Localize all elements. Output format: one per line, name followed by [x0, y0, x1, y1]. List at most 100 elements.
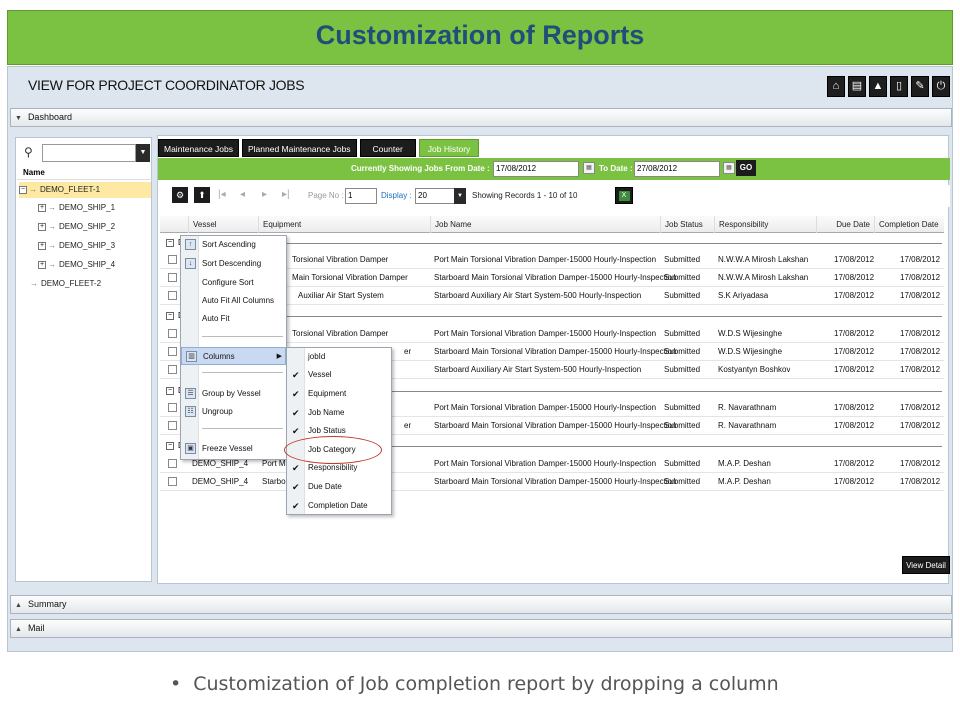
edit-icon[interactable]: ✎	[911, 76, 929, 97]
expand-icon[interactable]: +	[38, 260, 46, 269]
menu-item-sort-descending[interactable]: ↓ Sort Descending	[181, 255, 286, 273]
tab-counter[interactable]: Counter	[359, 139, 416, 157]
highlight-ellipse	[284, 436, 382, 464]
search-icon[interactable]: ⚲	[24, 145, 33, 159]
grid-header: Vessel Equipment Job Name Job Status Res…	[160, 216, 944, 233]
table-row[interactable]: DEMO_SHIP_4 Starboard Starboard Main Tor…	[160, 473, 944, 491]
to-date-input[interactable]: 27/08/2012	[634, 161, 720, 177]
title-bar: Customization of Reports	[7, 10, 953, 65]
collapse-arrow-icon: ▼	[15, 115, 22, 122]
row-checkbox[interactable]	[168, 329, 177, 338]
collapse-icon[interactable]: −	[19, 185, 27, 194]
from-date-input[interactable]: 17/08/2012	[493, 161, 579, 177]
tab-maintenance-jobs[interactable]: Maintenance Jobs	[158, 139, 239, 157]
collapse-icon[interactable]: −	[166, 239, 174, 247]
print-icon[interactable]: ▤	[848, 76, 866, 97]
slide-caption: • Customization of Job completion report …	[170, 673, 779, 695]
dashboard-panel-header[interactable]: ▼ Dashboard	[10, 108, 952, 127]
column-context-menu: ↑ Sort Ascending ↓ Sort Descending Configu…	[180, 235, 287, 460]
from-date-label: Currently Showing Jobs From Date :	[351, 164, 490, 173]
checkmark-icon: ✔	[292, 389, 300, 399]
col-header-job-status[interactable]: Job Status	[660, 216, 714, 233]
row-checkbox[interactable]	[168, 365, 177, 374]
go-button[interactable]: GO	[736, 160, 756, 176]
upload-icon[interactable]: ⬆	[194, 187, 210, 203]
tree-node-ship-1[interactable]: + → DEMO_SHIP_1	[38, 200, 115, 216]
tree-search: ⚲ ▼	[22, 144, 150, 162]
menu-item-ungroup[interactable]: ☷ Ungroup	[181, 403, 286, 421]
toolbar-icons: ⌂ ▤ ▲ ▯ ✎ ⏻	[827, 76, 950, 97]
expand-arrow-icon: ▲	[15, 626, 22, 633]
tree-node-fleet-2[interactable]: → DEMO_FLEET-2	[30, 276, 101, 292]
col-header-equipment[interactable]: Equipment	[258, 216, 430, 233]
column-option-completion-date[interactable]: ✔ Completion Date	[287, 497, 391, 515]
prev-page-icon[interactable]: ◂	[240, 189, 245, 200]
menu-item-auto-fit-all[interactable]: Auto Fit All Columns	[181, 292, 286, 310]
warning-icon[interactable]: ▲	[869, 76, 887, 97]
column-option-equipment[interactable]: ✔ Equipment	[287, 385, 391, 403]
row-checkbox[interactable]	[168, 255, 177, 264]
chevron-down-icon[interactable]: ▼	[454, 188, 466, 204]
summary-label: Summary	[27, 599, 67, 609]
tab-planned-maintenance-jobs[interactable]: Planned Maintenance Jobs	[242, 139, 357, 157]
col-header-vessel[interactable]: Vessel	[188, 216, 258, 233]
page-heading: VIEW FOR PROJECT COORDINATOR JOBS	[28, 77, 305, 93]
menu-item-group-by-vessel[interactable]: ☰ Group by Vessel	[181, 385, 286, 403]
power-icon[interactable]: ⏻	[932, 76, 950, 97]
column-option-vessel[interactable]: ✔ Vessel	[287, 366, 391, 384]
tree-node-ship-3[interactable]: + → DEMO_SHIP_3	[38, 238, 115, 254]
next-page-icon[interactable]: ▸	[262, 189, 267, 200]
column-option-job-name[interactable]: ✔ Job Name	[287, 404, 391, 422]
tree-node-ship-2[interactable]: + → DEMO_SHIP_2	[38, 219, 115, 235]
row-checkbox[interactable]	[168, 459, 177, 468]
tree-search-input[interactable]	[42, 144, 136, 162]
view-detail-button[interactable]: View Detail	[902, 556, 950, 574]
menu-item-auto-fit[interactable]: Auto Fit	[181, 310, 286, 328]
display-select[interactable]: 20	[415, 188, 455, 204]
tab-strip: Maintenance Jobs Planned Maintenance Job…	[158, 139, 480, 157]
expand-icon[interactable]: +	[38, 241, 46, 250]
dashboard-label: Dashboard	[27, 112, 72, 122]
row-checkbox[interactable]	[168, 347, 177, 356]
column-option-jobid[interactable]: jobId	[287, 348, 391, 366]
menu-item-sort-ascending[interactable]: ↑ Sort Ascending	[181, 236, 286, 254]
submenu-arrow-icon: ▶	[276, 353, 282, 360]
collapse-icon[interactable]: −	[166, 387, 174, 395]
last-page-icon[interactable]: ▸|	[282, 189, 290, 200]
row-checkbox[interactable]	[168, 291, 177, 300]
menu-item-configure-sort[interactable]: Configure Sort	[181, 274, 286, 292]
checkmark-icon: ✔	[292, 482, 300, 492]
tree-node-fleet-1[interactable]: − → DEMO_FLEET-1	[19, 182, 151, 198]
first-page-icon[interactable]: |◂	[218, 189, 226, 200]
page-no-input[interactable]: 1	[345, 188, 377, 204]
calendar-icon[interactable]: ▦	[723, 162, 735, 174]
col-header-completion-date[interactable]: Completion Date	[874, 216, 944, 233]
row-checkbox[interactable]	[168, 421, 177, 430]
row-checkbox[interactable]	[168, 273, 177, 282]
calendar-icon[interactable]: ▦	[583, 162, 595, 174]
menu-item-freeze-vessel[interactable]: ▣ Freeze Vessel	[181, 440, 286, 458]
collapse-icon[interactable]: −	[166, 312, 174, 320]
chevron-down-icon[interactable]: ▼	[136, 144, 150, 162]
sort-ascending-icon: ↑	[185, 239, 196, 250]
page-no-label: Page No :	[308, 191, 344, 200]
expand-icon[interactable]: +	[38, 222, 46, 231]
collapse-icon[interactable]: −	[166, 442, 174, 450]
document-icon[interactable]: ▯	[890, 76, 908, 97]
row-checkbox[interactable]	[168, 403, 177, 412]
expand-icon[interactable]: +	[38, 203, 46, 212]
tab-job-history[interactable]: Job History	[418, 139, 480, 157]
col-header-job-name[interactable]: Job Name	[430, 216, 660, 233]
home-icon[interactable]: ⌂	[827, 76, 845, 97]
col-header-due-date[interactable]: Due Date	[816, 216, 874, 233]
summary-panel-header[interactable]: ▲ Summary	[10, 595, 952, 614]
row-checkbox[interactable]	[168, 477, 177, 486]
column-option-due-date[interactable]: ✔ Due Date	[287, 478, 391, 496]
tree-node-ship-4[interactable]: + → DEMO_SHIP_4	[38, 257, 115, 273]
gear-icon[interactable]: ⚙	[172, 187, 188, 203]
col-header-responsibility[interactable]: Responsibility	[714, 216, 816, 233]
ungroup-icon: ☷	[185, 406, 196, 417]
mail-panel-header[interactable]: ▲ Mail	[10, 619, 952, 638]
excel-export-icon[interactable]: X	[615, 187, 633, 204]
menu-item-columns[interactable]: ▥ Columns ▶	[181, 347, 286, 365]
